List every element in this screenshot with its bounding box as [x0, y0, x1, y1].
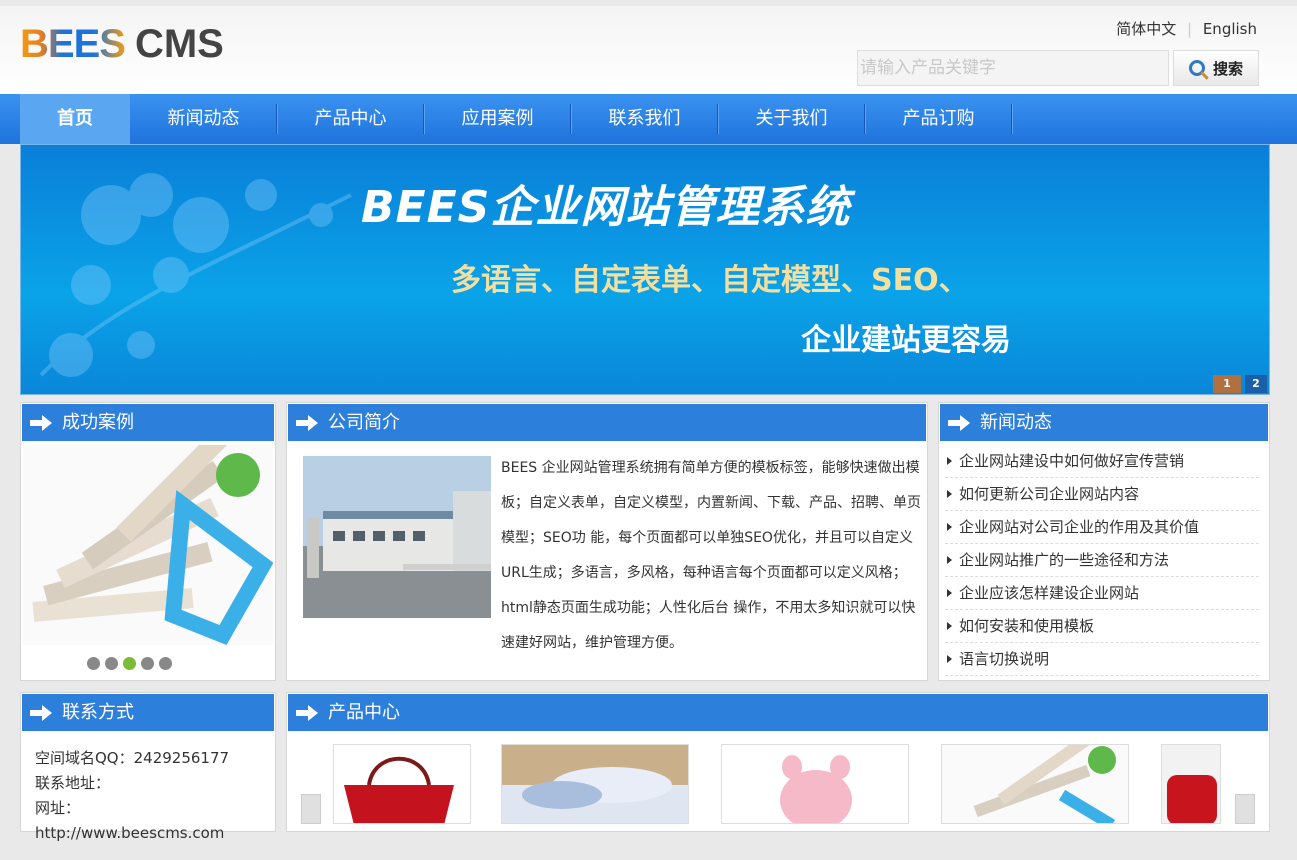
handbag-image — [334, 745, 470, 823]
nav-item-contact[interactable]: 联系我们 — [571, 94, 718, 144]
carousel-dot[interactable] — [87, 657, 100, 670]
cases-panel-header[interactable]: 成功案例 — [22, 404, 274, 441]
banner-title: BEES企业网站管理系统 — [361, 182, 851, 233]
product-card-handbag[interactable] — [333, 744, 471, 824]
logo-cms-text: CMS — [134, 21, 224, 66]
arrow-right-icon — [30, 704, 52, 721]
arrow-right-icon — [296, 704, 318, 721]
company-building-image — [303, 456, 491, 618]
news-panel-title: 新闻动态 — [980, 412, 1052, 433]
lang-zh-link[interactable]: 简体中文 — [1116, 20, 1176, 38]
lang-en-link[interactable]: English — [1203, 20, 1257, 38]
search-button[interactable]: 搜索 — [1173, 50, 1259, 86]
site-logo[interactable]: BEES CMS — [20, 21, 224, 66]
carousel-dot[interactable] — [105, 657, 118, 670]
arrow-right-icon — [948, 414, 970, 431]
banner-slide-1-button[interactable]: 1 — [1213, 375, 1241, 393]
nav-item-about[interactable]: 关于我们 — [718, 94, 865, 144]
products-panel-title: 产品中心 — [328, 702, 400, 723]
arrow-right-icon — [30, 414, 52, 431]
site-header: BEES CMS 简体中文 | English 请输入产品关键字 搜索 — [0, 6, 1297, 94]
contact-panel-header[interactable]: 联系方式 — [22, 694, 274, 731]
news-item[interactable]: 企业应该怎样建设企业网站 — [945, 577, 1259, 610]
contact-info: 空间域名QQ：2429256177 联系地址： 网址：http://www.be… — [21, 732, 275, 860]
carousel-dot[interactable] — [141, 657, 154, 670]
intro-text: BEES 企业网站管理系统拥有简单方便的模板标签，能够快速做出模板；自定义表单，… — [501, 460, 921, 651]
contact-panel-title: 联系方式 — [62, 702, 134, 723]
products-panel-header[interactable]: 产品中心 — [288, 694, 1268, 731]
product-card-bedding[interactable] — [501, 744, 689, 824]
contact-qq: 空间域名QQ：2429256177 — [35, 749, 230, 767]
banner-slide-2-button[interactable]: 2 — [1245, 375, 1267, 393]
language-switcher: 简体中文 | English — [1110, 18, 1257, 39]
plush-pig-image — [722, 745, 908, 823]
bedding-image — [502, 745, 688, 823]
contact-panel: 联系方式 空间域名QQ：2429256177 联系地址： 网址：http://w… — [20, 692, 276, 842]
product-image-partial — [1162, 745, 1220, 823]
main-nav: 首页 新闻动态 产品中心 应用案例 联系我们 关于我们 产品订购 — [0, 94, 1297, 144]
cases-panel: 成功案例 — [20, 402, 276, 681]
product-card-magazine-rack[interactable] — [941, 744, 1129, 824]
carousel-dot-active[interactable] — [123, 657, 136, 670]
logo-bees-text: BEES — [20, 21, 126, 66]
search-button-label: 搜索 — [1212, 59, 1243, 78]
case-carousel-dots — [87, 657, 172, 670]
news-item[interactable]: 语言切换说明 — [945, 643, 1259, 676]
products-panel: 产品中心 — [286, 692, 1270, 832]
product-card-plush-pig[interactable] — [721, 744, 909, 824]
search-icon — [1188, 60, 1205, 76]
arrow-right-icon — [296, 414, 318, 431]
contact-address: 联系地址： — [35, 774, 111, 792]
magazine-rack-image — [942, 745, 1128, 823]
banner-subtitle: 多语言、自定表单、自定模型、SEO、 — [451, 263, 969, 298]
nav-item-news[interactable]: 新闻动态 — [130, 94, 277, 144]
contact-url[interactable]: 网址：http://www.beescms.com — [35, 796, 261, 846]
news-panel-header[interactable]: 新闻动态 — [940, 404, 1268, 441]
news-item[interactable]: 企业网站推广的一些途径和方法 — [945, 544, 1259, 577]
news-panel: 新闻动态 企业网站建设中如何做好宣传营销 如何更新公司企业网站内容 企业网站对公… — [938, 402, 1270, 681]
cases-panel-title: 成功案例 — [62, 412, 134, 433]
search-input[interactable]: 请输入产品关键字 — [857, 50, 1169, 86]
intro-panel-title: 公司简介 — [328, 412, 400, 433]
news-item[interactable]: 企业网站建设中如何做好宣传营销 — [945, 445, 1259, 478]
hero-banner[interactable]: BEES企业网站管理系统 多语言、自定表单、自定模型、SEO、 企业建站更容易 … — [20, 144, 1270, 395]
flower-pattern-image — [39, 173, 352, 377]
news-item[interactable]: 如何更新公司企业网站内容 — [945, 478, 1259, 511]
intro-panel-header[interactable]: 公司简介 — [288, 404, 926, 441]
news-list: 企业网站建设中如何做好宣传营销 如何更新公司企业网站内容 企业网站对公司企业的作… — [945, 445, 1259, 676]
nav-item-products[interactable]: 产品中心 — [277, 94, 424, 144]
banner-tagline: 企业建站更容易 — [801, 323, 1011, 358]
nav-divider — [1011, 104, 1012, 134]
carousel-dot[interactable] — [159, 657, 172, 670]
nav-item-home[interactable]: 首页 — [20, 94, 130, 144]
news-item[interactable]: 如何安装和使用模板 — [945, 610, 1259, 643]
product-card-partial[interactable] — [1161, 744, 1221, 824]
case-image[interactable] — [23, 445, 273, 645]
news-item[interactable]: 企业网站对公司企业的作用及其价值 — [945, 511, 1259, 544]
company-intro-panel: 公司简介 BEES 企业网站管理系统拥有简单方便的模板标签，能够快速做出模板；自… — [286, 402, 928, 681]
nav-item-order[interactable]: 产品订购 — [865, 94, 1012, 144]
nav-item-cases[interactable]: 应用案例 — [424, 94, 571, 144]
lang-divider: | — [1186, 20, 1193, 38]
